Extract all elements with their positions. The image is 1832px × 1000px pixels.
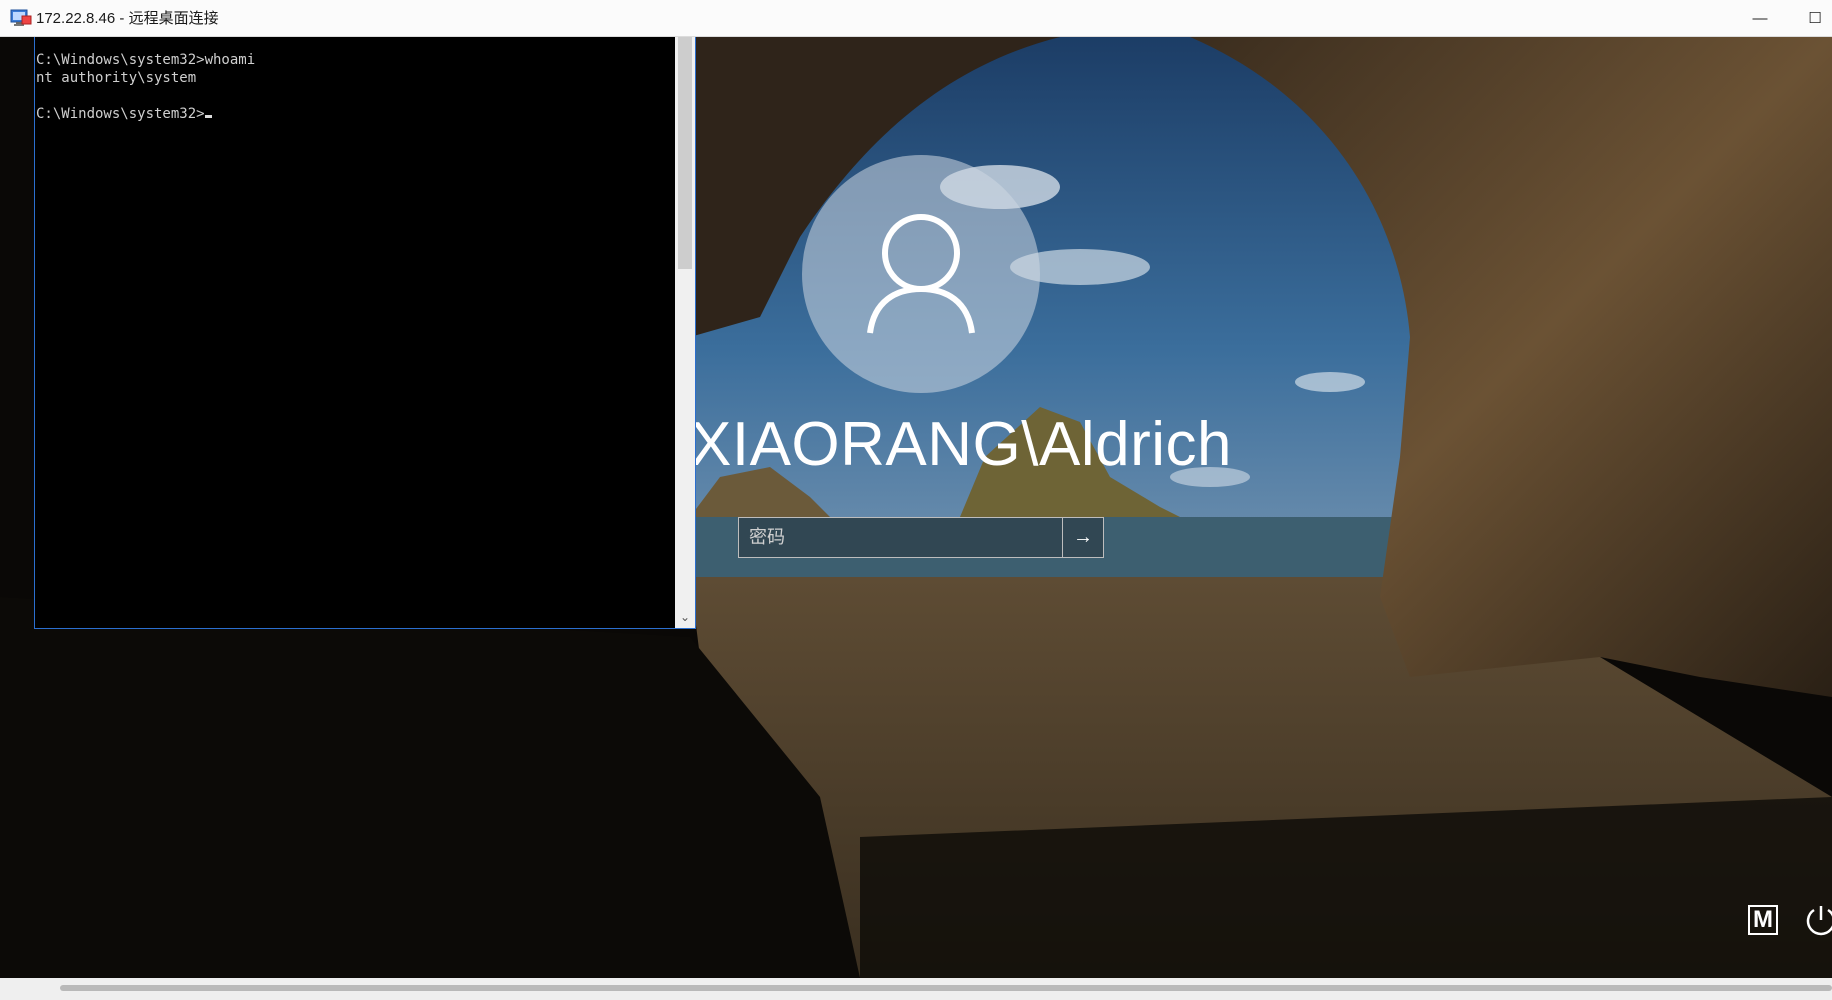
scrollbar-thumb[interactable] [678, 37, 692, 269]
submit-arrow-button[interactable]: → [1062, 518, 1103, 557]
login-username: XIAORANG\Aldrich [690, 410, 1233, 479]
remote-desktop[interactable]: XIAORANG\Aldrich → M C:\Windows\system32… [0, 37, 1832, 978]
console-output[interactable]: C:\Windows\system32>whoami nt authority\… [36, 51, 255, 123]
user-avatar [802, 155, 1040, 393]
window-title: 172.22.8.46 - 远程桌面连接 [36, 10, 219, 27]
console-scrollbar[interactable]: ⌄ [675, 37, 695, 628]
arrow-right-icon: → [1073, 526, 1093, 548]
rdp-title-bar: 172.22.8.46 - 远程桌面连接 — ☐ [0, 0, 1832, 37]
power-button[interactable] [1804, 903, 1832, 942]
cmd-window[interactable]: C:\Windows\system32>whoami nt authority\… [34, 37, 696, 629]
password-input[interactable] [739, 518, 1063, 557]
console-text: C:\Windows\system32>whoami nt authority\… [36, 52, 256, 122]
horizontal-scrollbar-thumb[interactable] [60, 985, 1832, 991]
password-box: → [738, 517, 1104, 558]
text-cursor [204, 115, 212, 118]
horizontal-scrollbar[interactable] [0, 978, 1832, 1000]
scroll-down-icon[interactable]: ⌄ [675, 610, 695, 624]
maximize-button[interactable]: ☐ [1792, 0, 1832, 37]
ease-of-access-button[interactable]: M [1748, 905, 1778, 935]
remote-desktop-icon [10, 8, 32, 28]
user-icon [867, 214, 975, 334]
minimize-button[interactable]: — [1737, 0, 1783, 37]
power-icon [1806, 906, 1832, 936]
